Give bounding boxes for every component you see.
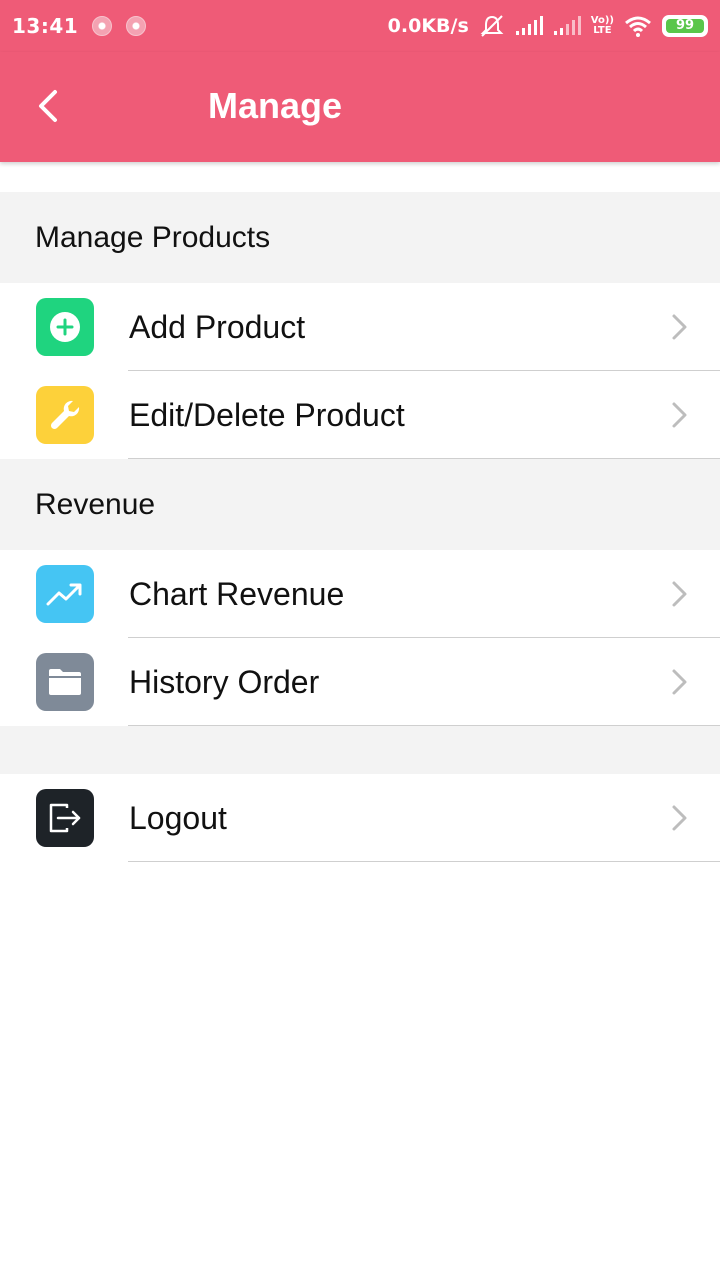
list-item-logout[interactable]: Logout	[0, 774, 720, 862]
chevron-left-icon	[39, 90, 57, 122]
chevron-right-icon	[672, 581, 687, 607]
list-item-label: Logout	[129, 799, 227, 836]
signal-icon	[553, 16, 581, 36]
chevron-right-icon	[672, 805, 687, 831]
battery-icon: 99	[662, 15, 708, 37]
chevron-right-icon	[672, 669, 687, 695]
list-item-label: Chart Revenue	[129, 575, 345, 612]
list-item-add-product[interactable]: Add Product	[0, 283, 720, 371]
battery-level: 99	[666, 19, 704, 33]
add-circle-icon	[36, 298, 94, 356]
chevron-right-icon	[672, 314, 687, 340]
mute-bell-icon	[479, 14, 505, 38]
section-header-revenue: Revenue	[0, 459, 720, 550]
app-bar: Manage	[0, 52, 720, 162]
list-item-history-order[interactable]: History Order	[0, 638, 720, 726]
notification-icon	[126, 16, 147, 36]
wrench-icon	[36, 386, 94, 444]
section-spacer	[0, 726, 720, 774]
logout-icon	[36, 789, 94, 847]
list-item-label: History Order	[129, 663, 320, 700]
divider	[128, 861, 720, 862]
list-item-label: Add Product	[129, 308, 306, 345]
back-button[interactable]	[22, 78, 74, 134]
divider	[128, 458, 720, 459]
status-right: 0.0KB/s Vo)) LTE 99	[388, 14, 708, 38]
folder-icon	[36, 653, 94, 711]
list-item-label: Edit/Delete Product	[129, 396, 405, 433]
trending-up-icon	[36, 565, 94, 623]
lte-indicator: Vo)) LTE	[591, 16, 614, 36]
notification-icon	[92, 16, 113, 36]
status-bar: 13:41 0.0KB/s Vo)) LTE 99	[0, 0, 720, 52]
divider	[128, 725, 720, 726]
page-title: Manage	[208, 85, 343, 126]
list-item-chart-revenue[interactable]: Chart Revenue	[0, 550, 720, 638]
section-header-manage-products: Manage Products	[0, 192, 720, 283]
status-time: 13:41	[12, 14, 79, 38]
status-left: 13:41	[12, 14, 147, 38]
signal-icon	[515, 16, 543, 36]
chevron-right-icon	[672, 402, 687, 428]
manage-list: Manage Products Add Product Edit/Delete …	[0, 192, 720, 862]
wifi-icon	[624, 15, 652, 37]
network-speed: 0.0KB/s	[387, 15, 469, 37]
list-item-edit-delete-product[interactable]: Edit/Delete Product	[0, 371, 720, 459]
lte-bottom: LTE	[593, 25, 612, 36]
